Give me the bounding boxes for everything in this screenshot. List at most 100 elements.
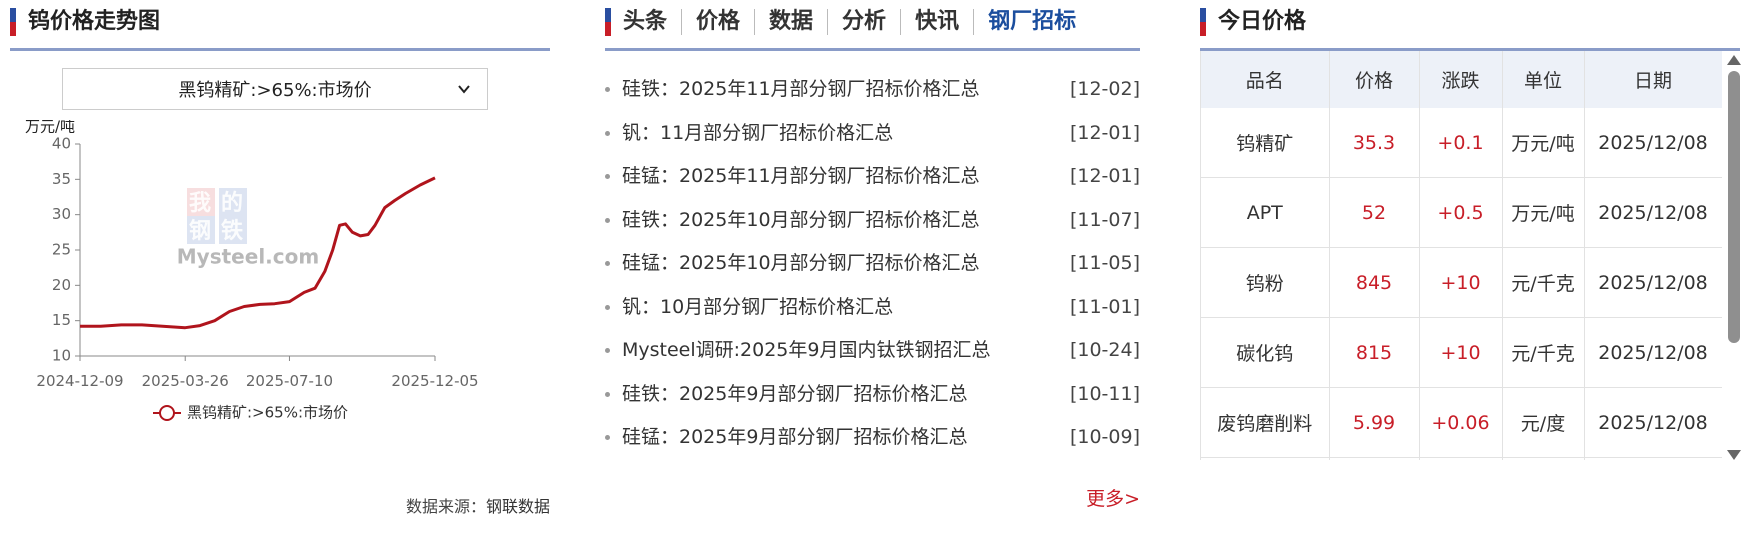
watermark-char: 铁 bbox=[221, 218, 243, 244]
list-item[interactable]: 硅铁：2025年9月部分钢厂招标价格汇总 [10-11] bbox=[605, 377, 1140, 421]
tab-1[interactable]: 价格 bbox=[681, 9, 754, 35]
x-tick-label: 2024-12-09 bbox=[36, 372, 123, 390]
news-title[interactable]: 钒：10月部分钢厂招标价格汇总 bbox=[622, 290, 893, 324]
news-date: [12-01] bbox=[1069, 121, 1140, 144]
column-header: 品名 bbox=[1201, 51, 1330, 108]
y-tick-label: 10 bbox=[52, 347, 71, 365]
table-cell bbox=[1584, 457, 1722, 460]
table-cell: +0.06 bbox=[1419, 387, 1503, 458]
news-panel: 头条 价格 数据 分析 快讯 钢厂招标 硅铁：2025年11月部分钢厂招标价格汇总 [12-… bbox=[605, 0, 1140, 510]
x-tick-label: 2025-12-05 bbox=[391, 372, 478, 390]
table-cell: APT bbox=[1201, 177, 1330, 248]
y-tick-label: 15 bbox=[52, 311, 71, 329]
news-title[interactable]: 硅锰：2025年10月部分钢厂招标价格汇总 bbox=[622, 246, 980, 280]
panel-title: 今日价格 bbox=[1218, 9, 1307, 34]
news-date: [11-07] bbox=[1069, 208, 1140, 231]
table-header-row: 品名 价格 涨跌 单位 日期 bbox=[1201, 51, 1722, 108]
list-item[interactable]: 硅铁：2025年11月部分钢厂招标价格汇总 [12-02] bbox=[605, 72, 1140, 116]
news-title[interactable]: Mysteel调研:2025年9月国内钛铁钢招汇总 bbox=[622, 333, 991, 367]
column-header: 价格 bbox=[1329, 51, 1420, 108]
scroll-thumb[interactable] bbox=[1728, 71, 1740, 343]
y-tick-label: 20 bbox=[52, 276, 71, 294]
table-cell: 钨精矿 bbox=[1201, 108, 1330, 178]
tab-3[interactable]: 分析 bbox=[827, 9, 900, 35]
bullet-icon bbox=[605, 435, 610, 440]
table-row[interactable]: 碳化钨 815 +10 元/千克 2025/12/08 bbox=[1201, 317, 1722, 388]
scroll-up-icon[interactable] bbox=[1727, 55, 1741, 65]
table-cell: +0.1 bbox=[1419, 108, 1503, 178]
bullet-icon bbox=[605, 304, 610, 310]
price-trend-chart: 万元/吨我 的钢 铁Mysteel.com 10 15 20 25 30 35 40 2024-12… bbox=[25, 120, 479, 422]
news-title[interactable]: 硅铁：2025年10月部分钢厂招标价格汇总 bbox=[622, 203, 980, 237]
data-source-value: 钢联数据 bbox=[485, 497, 550, 516]
news-title[interactable]: 硅铁：2025年9月部分钢厂招标价格汇总 bbox=[622, 377, 967, 411]
table-cell: 2025/12/08 bbox=[1584, 387, 1722, 458]
table-cell: 元/千克 bbox=[1502, 247, 1585, 318]
news-date: [10-11] bbox=[1069, 382, 1140, 405]
header-accent-bar bbox=[1200, 8, 1206, 36]
list-item[interactable]: 硅锰：2025年10月部分钢厂招标价格汇总 [11-05] bbox=[605, 246, 1140, 290]
list-item[interactable]: Mysteel调研:2025年9月国内钛铁钢招汇总 [10-24] bbox=[605, 333, 1140, 377]
list-item[interactable]: 硅铁：2025年10月部分钢厂招标价格汇总 [11-07] bbox=[605, 203, 1140, 247]
news-date: [10-24] bbox=[1069, 339, 1140, 361]
column-header: 日期 bbox=[1584, 51, 1722, 108]
tab-0[interactable]: 头条 bbox=[623, 9, 681, 35]
data-source-label: 数据来源： bbox=[405, 497, 486, 516]
header-accent-bar bbox=[10, 8, 16, 36]
news-header: 头条 价格 数据 分析 快讯 钢厂招标 bbox=[605, 0, 1140, 51]
y-tick-label: 30 bbox=[52, 205, 71, 223]
table-scrollbar[interactable] bbox=[1726, 55, 1742, 460]
today-price-panel: 今日价格 品名 价格 涨跌 单位 日期 钨精矿 35.3 +0.1 万元/吨 2025/12/0… bbox=[1200, 0, 1741, 460]
x-tick-label: 2025-03-26 bbox=[142, 372, 229, 390]
panel-header: 今日价格 bbox=[1200, 0, 1740, 51]
table-cell: 52 bbox=[1329, 177, 1420, 248]
data-source: 数据来源：钢联数据 bbox=[406, 493, 550, 517]
table-row[interactable]: 废钨磨削料 5.99 +0.06 元/度 2025/12/08 bbox=[1201, 387, 1722, 458]
bullet-icon bbox=[605, 261, 610, 266]
header-accent-bar bbox=[605, 8, 611, 36]
table-cell: +10 bbox=[1419, 317, 1503, 388]
legend-label: 黑钨精矿:>65%:市场价 bbox=[187, 404, 348, 422]
table-cell: +0.5 bbox=[1419, 177, 1503, 248]
panel-title: 钨价格走势图 bbox=[28, 9, 161, 34]
table-row[interactable]: APT 52 +0.5 万元/吨 2025/12/08 bbox=[1201, 177, 1722, 248]
product-select[interactable]: 黑钨精矿:>65%:市场价 bbox=[62, 68, 488, 110]
table-row[interactable]: 钨精矿 35.3 +0.1 万元/吨 2025/12/08 bbox=[1201, 108, 1722, 178]
price-table-wrap: 品名 价格 涨跌 单位 日期 钨精矿 35.3 +0.1 万元/吨 2025/12/08 APT 5… bbox=[1200, 51, 1722, 460]
news-title[interactable]: 钒：11月部分钢厂招标价格汇总 bbox=[622, 116, 893, 150]
list-item[interactable]: 钒：11月部分钢厂招标价格汇总 [12-01] bbox=[605, 116, 1140, 160]
y-axis-unit: 万元/吨 bbox=[25, 120, 75, 136]
bullet-icon bbox=[605, 391, 610, 397]
table-cell bbox=[1502, 457, 1585, 460]
news-title[interactable]: 硅锰：2025年9月部分钢厂招标价格汇总 bbox=[622, 420, 967, 454]
news-date: [10-09] bbox=[1069, 426, 1140, 448]
table-cell: 845 bbox=[1329, 247, 1420, 318]
tab-4[interactable]: 快讯 bbox=[900, 9, 973, 35]
price-table: 品名 价格 涨跌 单位 日期 钨精矿 35.3 +0.1 万元/吨 2025/12/08 APT 5… bbox=[1201, 51, 1722, 460]
bullet-icon bbox=[605, 174, 610, 179]
y-tick-label: 25 bbox=[52, 241, 71, 259]
table-cell: 碳化钨 bbox=[1201, 317, 1330, 388]
news-list: 硅铁：2025年11月部分钢厂招标价格汇总 [12-02] 钒：11月部分钢厂招标价… bbox=[605, 72, 1140, 464]
table-cell: 35.3 bbox=[1329, 108, 1420, 178]
table-row[interactable]: 钨粉 845 +10 元/千克 2025/12/08 bbox=[1201, 247, 1722, 318]
tab-2[interactable]: 数据 bbox=[754, 9, 827, 35]
table-cell: 815 bbox=[1329, 317, 1420, 388]
table-cell bbox=[1201, 457, 1330, 460]
list-item[interactable]: 硅锰：2025年9月部分钢厂招标价格汇总 [10-09] bbox=[605, 420, 1140, 464]
scroll-down-icon[interactable] bbox=[1727, 450, 1741, 460]
list-item[interactable]: 钒：10月部分钢厂招标价格汇总 [11-01] bbox=[605, 290, 1140, 334]
news-title[interactable]: 硅锰：2025年11月部分钢厂招标价格汇总 bbox=[622, 159, 980, 193]
list-item[interactable]: 硅锰：2025年11月部分钢厂招标价格汇总 [12-01] bbox=[605, 159, 1140, 203]
bullet-icon bbox=[605, 348, 610, 353]
table-row[interactable] bbox=[1201, 457, 1722, 460]
news-date: [11-05] bbox=[1069, 252, 1140, 274]
bullet-icon bbox=[605, 87, 610, 92]
panel-header: 钨价格走势图 bbox=[10, 0, 550, 51]
watermark-char: 的 bbox=[221, 190, 243, 216]
bullet-icon bbox=[605, 130, 610, 136]
news-title[interactable]: 硅铁：2025年11月部分钢厂招标价格汇总 bbox=[622, 72, 980, 106]
more-link[interactable]: 更多> bbox=[1086, 484, 1140, 511]
tab-5[interactable]: 钢厂招标 bbox=[973, 9, 1090, 35]
x-tick-label: 2025-07-10 bbox=[246, 372, 333, 390]
